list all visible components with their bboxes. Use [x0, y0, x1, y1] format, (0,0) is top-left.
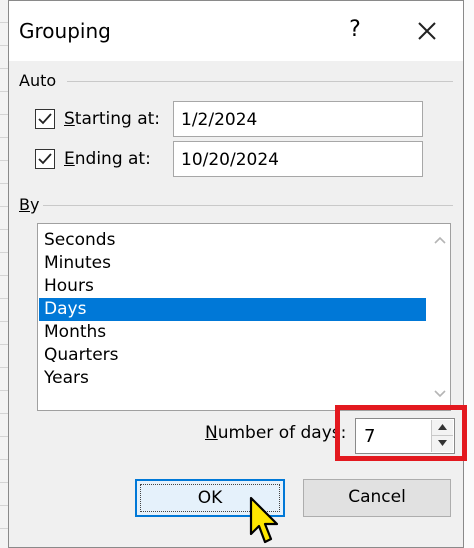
list-item-quarters[interactable]: Quarters	[39, 344, 426, 367]
starting-at-input[interactable]: 1/2/2024	[173, 101, 423, 137]
ending-at-row: Ending at:	[35, 145, 151, 173]
starting-at-row: Starting at:	[35, 105, 160, 133]
ending-at-accel: E	[64, 149, 75, 169]
checkmark-icon	[38, 153, 52, 165]
list-item-months[interactable]: Months	[39, 321, 426, 344]
scroll-down-arrow-icon[interactable]	[433, 388, 447, 400]
auto-group-label: Auto	[19, 71, 57, 90]
ending-at-label-text: nding at:	[74, 149, 151, 169]
auto-separator	[67, 81, 453, 82]
by-group-label: By	[19, 195, 39, 214]
by-label-text: y	[29, 195, 40, 214]
by-listbox[interactable]: Seconds Minutes Hours Days Months Quarte…	[37, 223, 451, 411]
number-of-days-accel: N	[205, 423, 218, 443]
close-button[interactable]	[413, 17, 441, 45]
list-item-years[interactable]: Years	[39, 367, 426, 390]
red-highlight-box	[335, 405, 467, 461]
ending-at-checkbox[interactable]	[35, 149, 55, 169]
spreadsheet-edge	[463, 0, 474, 548]
cancel-button[interactable]: Cancel	[303, 479, 451, 517]
grouping-dialog: Grouping ? Auto Starting at: 1/2/2024 En…	[8, 0, 464, 548]
by-accel: B	[19, 195, 30, 214]
starting-at-accel: S	[64, 109, 75, 129]
mouse-pointer-icon	[249, 496, 279, 544]
ending-at-input[interactable]: 10/20/2024	[173, 141, 423, 177]
help-button[interactable]: ?	[343, 17, 367, 42]
checkmark-icon	[38, 113, 52, 125]
starting-at-label: Starting at:	[64, 109, 160, 129]
list-item-hours[interactable]: Hours	[39, 275, 426, 298]
by-separator	[43, 205, 453, 206]
ending-at-label: Ending at:	[64, 149, 151, 169]
starting-at-checkbox[interactable]	[35, 109, 55, 129]
list-item-days[interactable]: Days	[39, 298, 426, 321]
title-bar: Grouping ?	[9, 1, 463, 61]
scroll-up-arrow-icon[interactable]	[433, 234, 447, 246]
list-item-seconds[interactable]: Seconds	[39, 229, 426, 252]
number-of-days-label: Number of days:	[205, 423, 346, 443]
starting-at-label-text: tarting at:	[74, 109, 161, 129]
list-item-minutes[interactable]: Minutes	[39, 252, 426, 275]
close-icon	[418, 22, 436, 40]
number-of-days-label-text: umber of days:	[217, 423, 347, 443]
dialog-title: Grouping	[19, 19, 111, 43]
